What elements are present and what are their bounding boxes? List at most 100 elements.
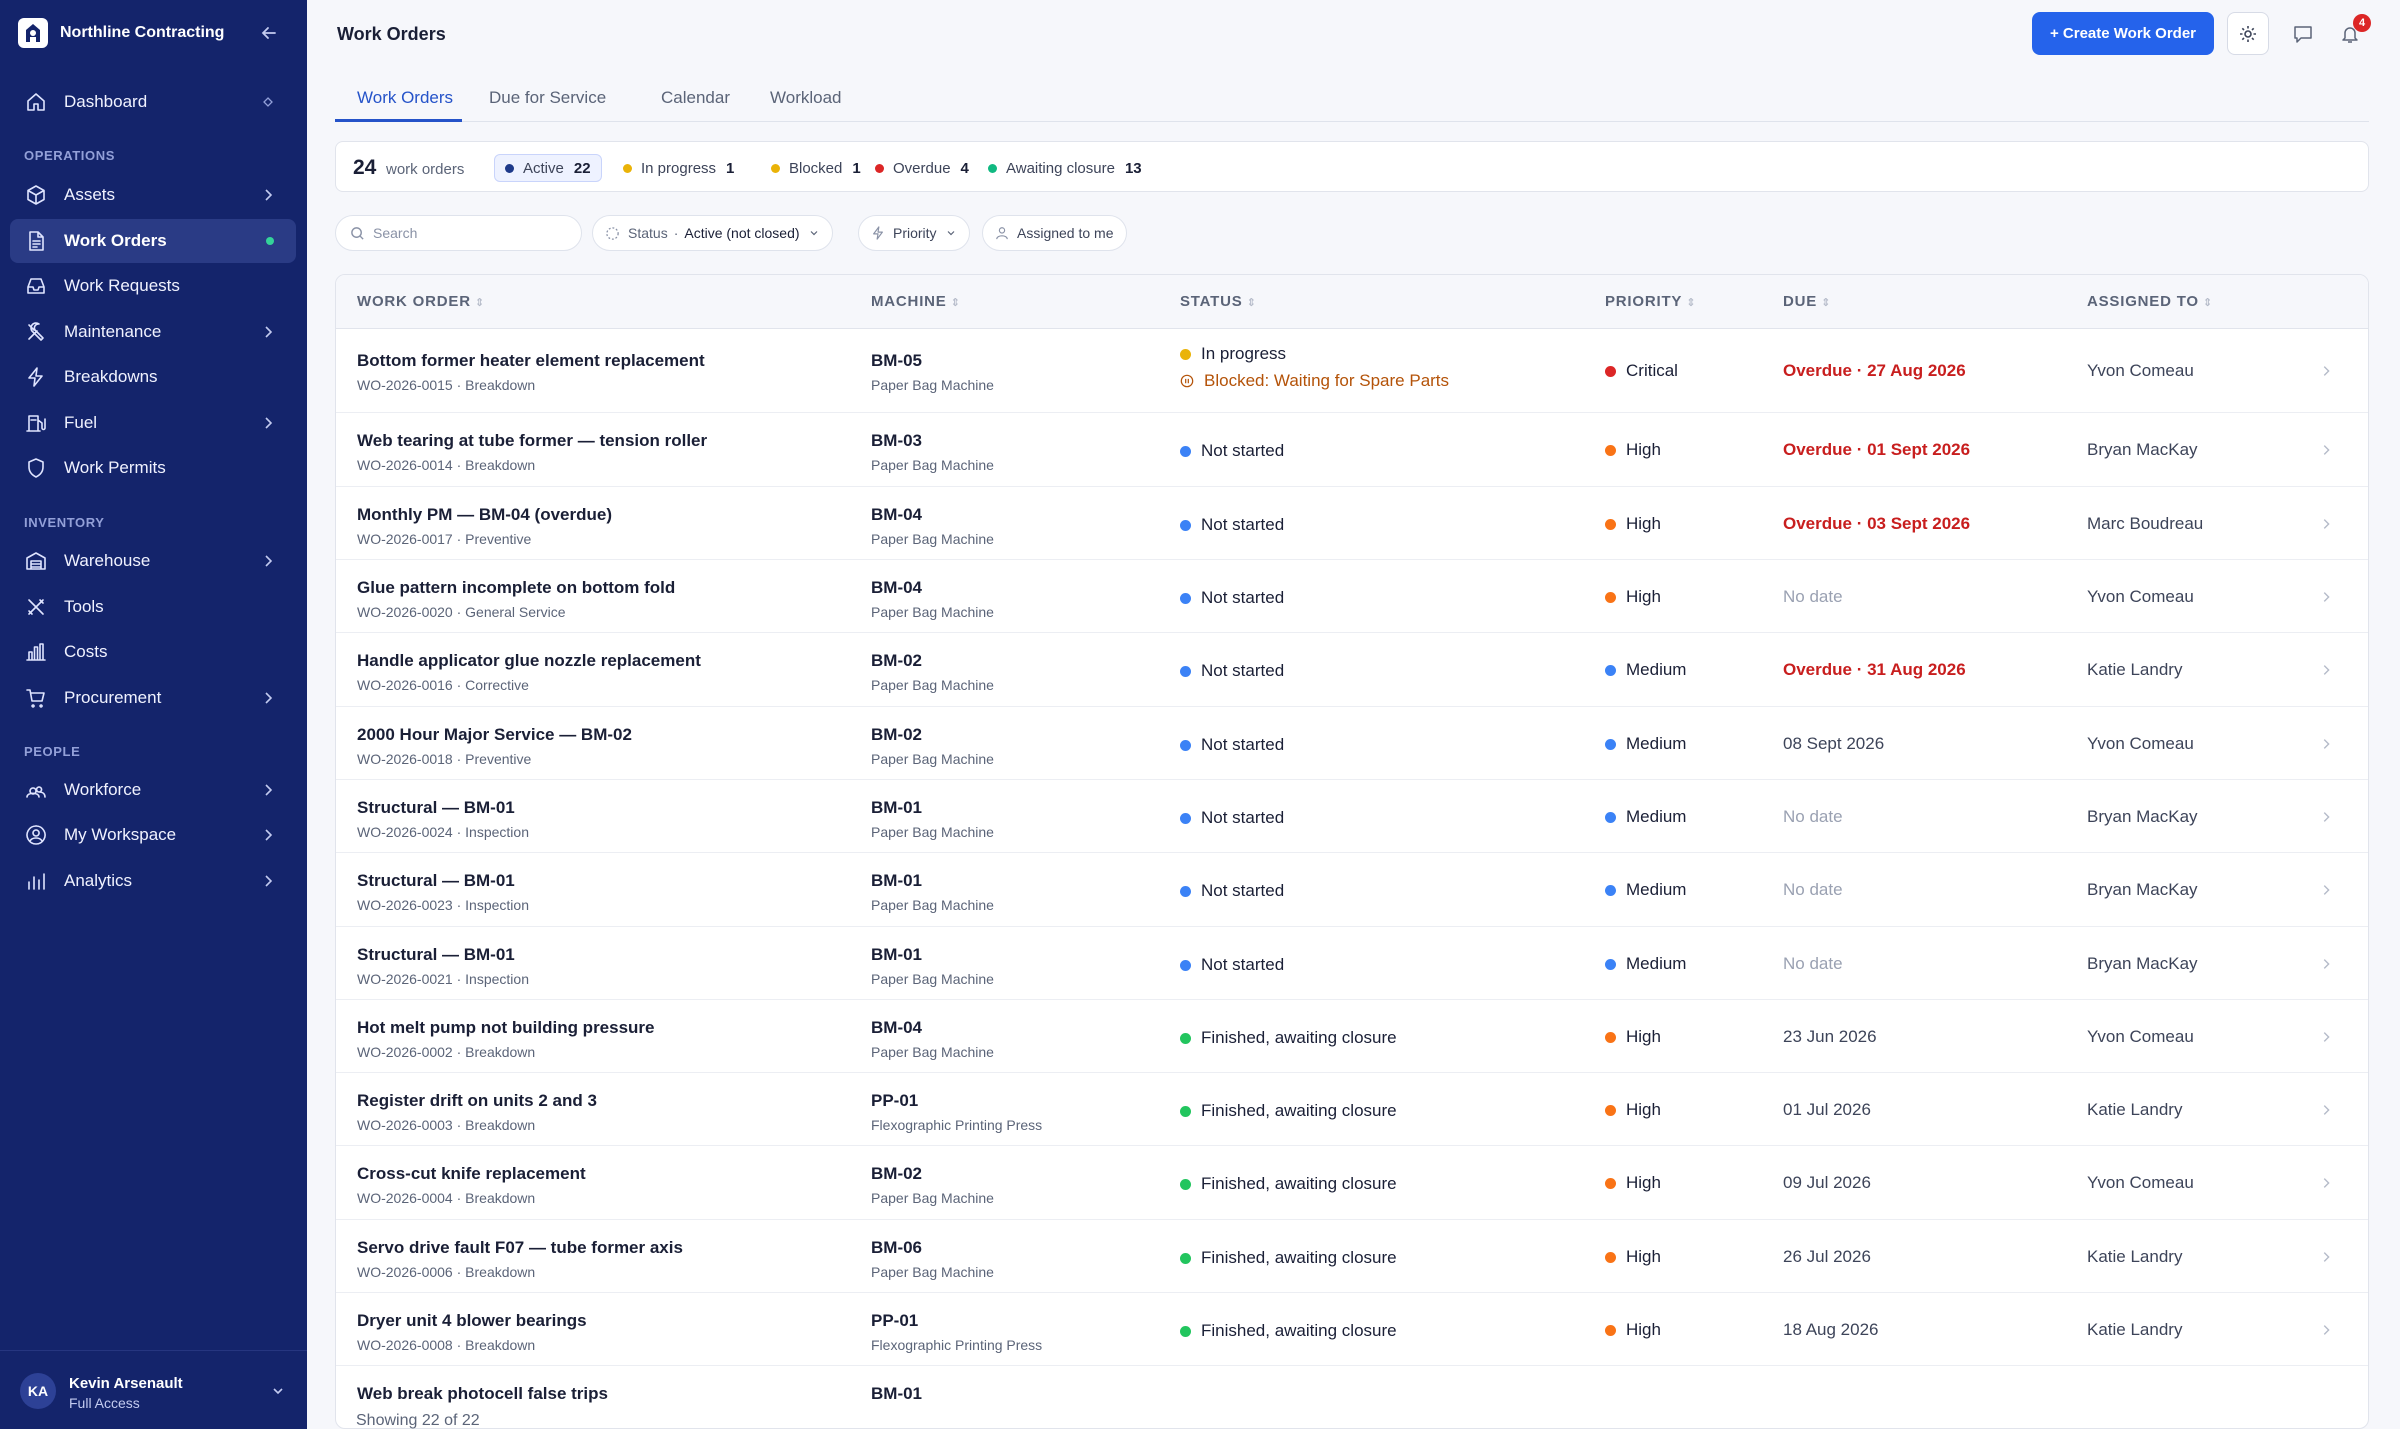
tab-workload[interactable]: Workload (770, 80, 842, 122)
search-input[interactable] (373, 225, 553, 241)
machine-id: BM-01 (871, 945, 923, 964)
work-order-title[interactable]: Handle applicator glue nozzle replacemen… (357, 651, 701, 671)
work-order-title[interactable]: 2000 Hour Major Service — BM-02 (357, 725, 632, 745)
work-order-title[interactable]: Servo drive fault F07 — tube former axis (357, 1238, 683, 1258)
chevron-right-icon[interactable] (2319, 1323, 2333, 1337)
work-order-title[interactable]: Dryer unit 4 blower bearings (357, 1311, 587, 1331)
sidebar-item-workforce[interactable]: Workforce (10, 768, 296, 812)
table-row[interactable]: 2000 Hour Major Service — BM-02 WO-2026-0… (336, 707, 2368, 780)
chevron-right-icon[interactable] (2319, 810, 2333, 824)
status-chip-overdue[interactable]: Overdue 4 (875, 154, 969, 182)
column-assigned-to[interactable]: ASSIGNED TO ⇕ (2087, 293, 2213, 310)
table-row[interactable]: Register drift on units 2 and 3 WO-2026-0… (336, 1073, 2368, 1146)
work-order-title[interactable]: Monthly PM — BM-04 (overdue) (357, 505, 612, 525)
table-row[interactable]: Structural — BM-01 WO-2026-0021 · Inspect… (336, 927, 2368, 1000)
status-chip-count: 13 (1124, 159, 1142, 177)
column-status[interactable]: STATUS ⇕ (1180, 293, 1257, 310)
chevron-right-icon[interactable] (2319, 883, 2333, 897)
active-indicator (266, 237, 274, 245)
sidebar-item-maintenance[interactable]: Maintenance (10, 310, 296, 354)
status-chip-in-progress[interactable]: In progress 1 (623, 154, 734, 182)
tab-calendar[interactable]: Calendar (661, 80, 730, 122)
work-order-title[interactable]: Structural — BM-01 (357, 798, 515, 818)
sidebar-item-fuel[interactable]: Fuel (10, 401, 296, 445)
sidebar-item-label: Breakdowns (64, 367, 158, 386)
table-row[interactable]: Cross-cut knife replacement WO-2026-0004 … (336, 1146, 2368, 1220)
create-work-order-button[interactable]: + Create Work Order (2032, 12, 2214, 55)
table-row[interactable]: Servo drive fault F07 — tube former axis… (336, 1220, 2368, 1293)
table-row[interactable]: Web tearing at tube former — tension rol… (336, 413, 2368, 487)
search-box[interactable] (335, 215, 582, 251)
priority-filter[interactable]: Priority (858, 215, 970, 251)
machine-type: Paper Bag Machine (871, 751, 994, 767)
sort-icon: ⇕ (1821, 297, 1832, 309)
table-row[interactable]: Hot melt pump not building pressure WO-20… (336, 1000, 2368, 1073)
brand[interactable]: Northline Contracting (18, 17, 224, 49)
sidebar-item-work-orders[interactable]: Work Orders (10, 219, 296, 263)
work-order-title[interactable]: Cross-cut knife replacement (357, 1164, 586, 1184)
machine-id: BM-01 (871, 798, 923, 817)
sidebar-item-analytics[interactable]: Analytics (10, 859, 296, 903)
notifications-button[interactable]: 4 (2329, 12, 2371, 55)
status-chip-blocked[interactable]: Blocked 1 (771, 154, 861, 182)
work-order-title[interactable]: Structural — BM-01 (357, 871, 515, 891)
chevron-right-icon[interactable] (2319, 443, 2333, 457)
table-row[interactable]: Monthly PM — BM-04 (overdue) WO-2026-0017… (336, 487, 2368, 560)
status-chip-awaiting-closure[interactable]: Awaiting closure 13 (988, 154, 1142, 182)
chevron-down-icon (810, 231, 817, 236)
chevron-right-icon[interactable] (2319, 1250, 2333, 1264)
machine-type: Paper Bag Machine (871, 1190, 994, 1206)
settings-button[interactable] (2227, 12, 2269, 55)
column-machine[interactable]: MACHINE ⇕ (871, 293, 961, 310)
sidebar-item-assets[interactable]: Assets (10, 173, 296, 217)
priority-cell: High (1605, 587, 1661, 607)
priority-label: High (1626, 1247, 1661, 1266)
work-order-title[interactable]: Web break photocell false trips (357, 1384, 608, 1404)
work-order-title[interactable]: Hot melt pump not building pressure (357, 1018, 655, 1038)
table-row[interactable]: Structural — BM-01 WO-2026-0023 · Inspect… (336, 853, 2368, 927)
user-profile[interactable]: KA Kevin Arsenault Full Access (0, 1350, 307, 1429)
sidebar-item-work-requests[interactable]: Work Requests (10, 264, 296, 308)
chevron-right-icon[interactable] (2319, 364, 2333, 378)
chevron-right-icon[interactable] (2319, 590, 2333, 604)
chevron-right-icon[interactable] (2319, 517, 2333, 531)
sidebar-item-breakdowns[interactable]: Breakdowns (10, 355, 296, 399)
work-order-title[interactable]: Register drift on units 2 and 3 (357, 1091, 597, 1111)
sidebar-item-tools[interactable]: Tools (10, 585, 296, 629)
table-row[interactable]: Glue pattern incomplete on bottom fold WO… (336, 560, 2368, 633)
work-order-title[interactable]: Bottom former heater element replacement (357, 351, 705, 371)
table-row[interactable]: Web break photocell false trips BM-01 (336, 1366, 2368, 1428)
table-row[interactable]: Handle applicator glue nozzle replacemen… (336, 633, 2368, 707)
sidebar-item-procurement[interactable]: Procurement (10, 676, 296, 720)
chevron-right-icon[interactable] (2319, 1103, 2333, 1117)
table-row[interactable]: Bottom former heater element replacement… (336, 329, 2368, 413)
tab-work-orders[interactable]: Work Orders (335, 80, 462, 122)
chevron-right-icon[interactable] (2319, 663, 2333, 677)
brand-name: Northline Contracting (60, 24, 225, 41)
sidebar-item-warehouse[interactable]: Warehouse (10, 539, 296, 583)
collapse-sidebar-button[interactable] (256, 20, 282, 46)
status-filter[interactable]: Status · Active (not closed) (592, 215, 833, 251)
chevron-right-icon[interactable] (2319, 1176, 2333, 1190)
sidebar-item-my-workspace[interactable]: My Workspace (10, 813, 296, 857)
sidebar-item-costs[interactable]: Costs (10, 630, 296, 674)
sidebar-item-work-permits[interactable]: Work Permits (10, 446, 296, 490)
column-due[interactable]: DUE ⇕ (1783, 293, 1831, 310)
column-work-order[interactable]: WORK ORDER ⇕ (357, 293, 485, 310)
chevron-right-icon[interactable] (2319, 957, 2333, 971)
chevron-right-icon (265, 875, 273, 887)
work-order-title[interactable]: Structural — BM-01 (357, 945, 515, 965)
work-order-title[interactable]: Web tearing at tube former — tension rol… (357, 431, 707, 451)
column-priority[interactable]: PRIORITY ⇕ (1605, 293, 1696, 310)
assigned-to-me-filter[interactable]: Assigned to me (982, 215, 1127, 251)
sidebar-item-dashboard[interactable]: Dashboard (10, 80, 296, 124)
messages-button[interactable] (2282, 12, 2324, 55)
work-order-title[interactable]: Glue pattern incomplete on bottom fold (357, 578, 675, 598)
machine-type: Flexographic Printing Press (871, 1337, 1043, 1353)
table-row[interactable]: Dryer unit 4 blower bearings WO-2026-0008… (336, 1293, 2368, 1366)
status-chip-active[interactable]: Active 22 (494, 154, 602, 182)
chevron-right-icon[interactable] (2319, 1030, 2333, 1044)
chevron-right-icon[interactable] (2319, 737, 2333, 751)
tab-due-for-service[interactable]: Due for Service (489, 80, 606, 122)
table-row[interactable]: Structural — BM-01 WO-2026-0024 · Inspect… (336, 780, 2368, 853)
